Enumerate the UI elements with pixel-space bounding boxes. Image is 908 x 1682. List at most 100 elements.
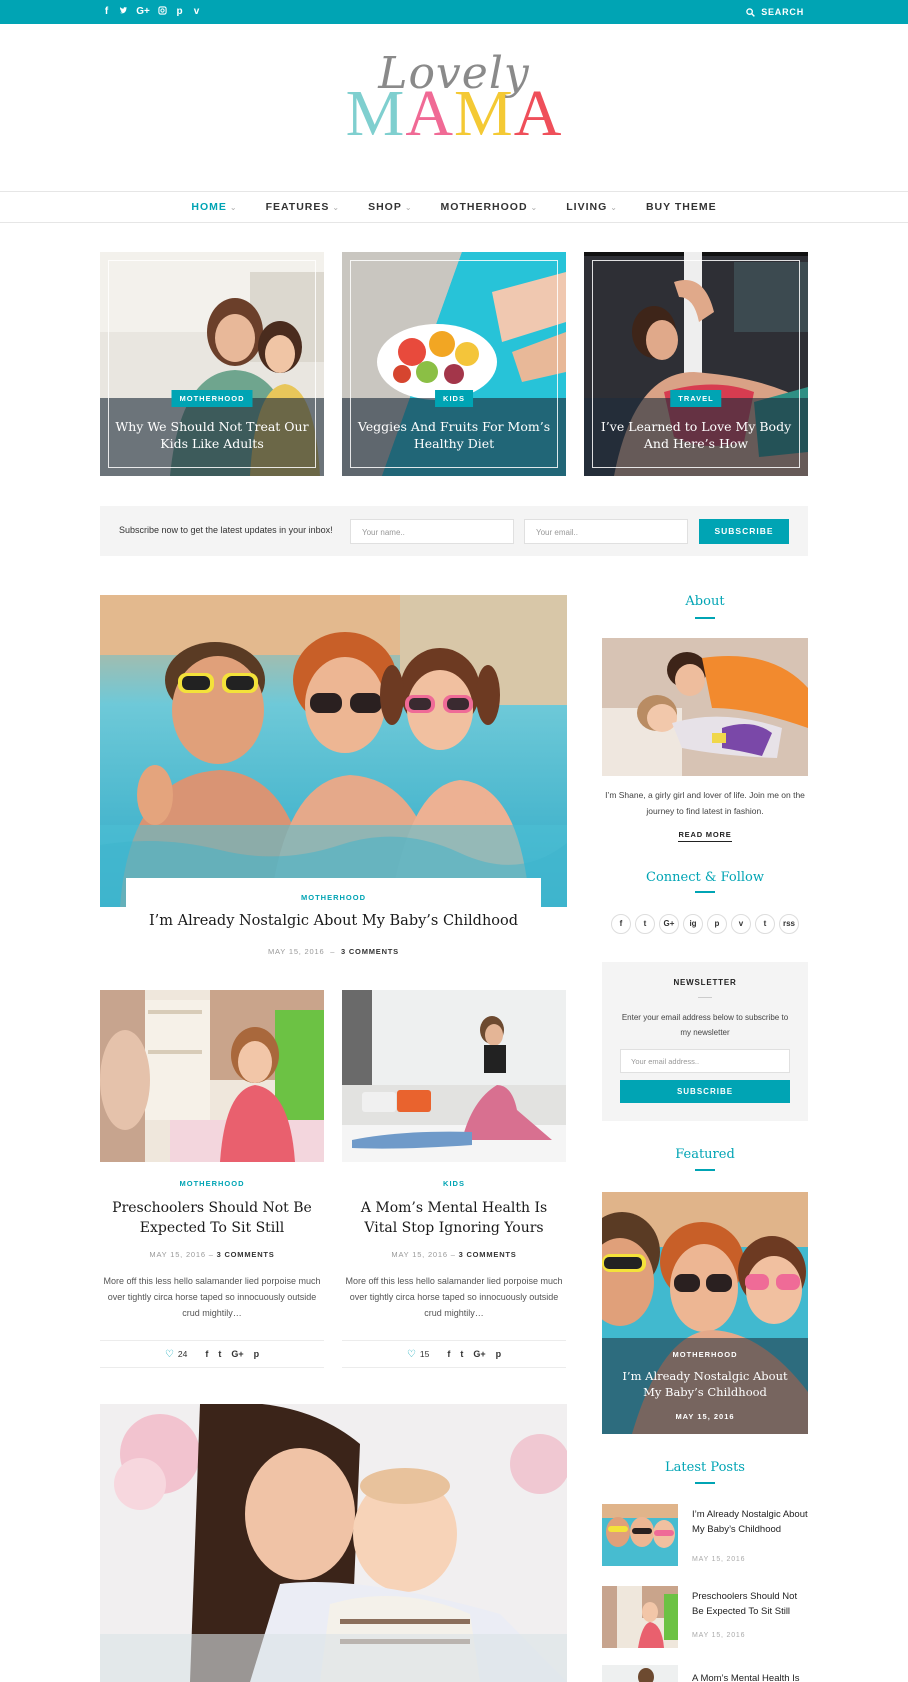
logo-wordmark: MAMA [0, 77, 908, 150]
tumblr-icon[interactable]: t [755, 914, 775, 934]
like-button[interactable]: ♡ 24 [165, 1349, 195, 1360]
grid-post-image[interactable] [100, 990, 324, 1162]
post-image[interactable] [100, 1404, 567, 1682]
post-comments-link[interactable]: 3 COMMENTS [217, 1250, 275, 1259]
category-badge[interactable]: MOTHERHOOD [171, 390, 253, 407]
email-input[interactable]: Your email.. [524, 519, 688, 544]
nav-item-shop[interactable]: SHOP ⌄ [354, 201, 426, 213]
vimeo-icon[interactable]: v [731, 914, 751, 934]
newsletter-email-input[interactable]: Your email address.. [620, 1049, 790, 1073]
read-more-label: READ MORE [678, 830, 732, 842]
grid-post-text: KIDS A Mom’s Mental Health Is Vital Stop… [342, 1179, 566, 1321]
logo-letter: A [405, 77, 454, 150]
instagram-icon[interactable] [158, 6, 167, 19]
chevron-down-icon: ⌄ [530, 203, 539, 212]
facebook-icon[interactable]: f [611, 914, 631, 934]
category-badge[interactable]: KIDS [435, 390, 473, 407]
nav-item-buy-theme[interactable]: BUY THEME [632, 201, 731, 213]
pinterest-icon[interactable]: p [496, 1349, 502, 1359]
latest-post-item[interactable]: A Mom’s Mental Health Is [602, 1665, 808, 1682]
facebook-icon[interactable]: f [205, 1349, 208, 1359]
post-title[interactable]: A Mom’s Mental Health Is Vital Stop Igno… [342, 1198, 566, 1238]
google-plus-icon[interactable]: G+ [659, 914, 679, 934]
google-plus-icon[interactable]: G+ [473, 1349, 485, 1359]
google-plus-icon[interactable]: G+ [231, 1349, 243, 1359]
latest-post-item[interactable]: Preschoolers Should Not Be Expected To S… [602, 1586, 808, 1650]
read-more-link[interactable]: READ MORE [602, 830, 808, 842]
post-comments-link[interactable]: 3 COMMENTS [459, 1250, 517, 1259]
vimeo-icon[interactable]: v [192, 6, 201, 19]
post-date: MAY 15, 2016 [268, 947, 325, 956]
card-title[interactable]: Why We Should Not Treat Our Kids Like Ad… [114, 418, 310, 452]
post-date: MAY 15, 2016 [391, 1250, 448, 1259]
post-category[interactable]: MOTHERHOOD [126, 878, 541, 902]
nav-item-motherhood[interactable]: MOTHERHOOD ⌄ [427, 201, 553, 213]
twitter-icon[interactable] [119, 6, 128, 19]
grid-post-text: MOTHERHOOD Preschoolers Should Not Be Ex… [100, 1179, 324, 1321]
newsletter-subscribe-button[interactable]: SUBSCRIBE [620, 1080, 790, 1103]
subscribe-bar: Subscribe now to get the latest updates … [100, 506, 808, 556]
pinterest-icon[interactable]: p [175, 6, 184, 19]
nav-item-living[interactable]: LIVING ⌄ [552, 201, 632, 213]
facebook-icon[interactable]: f [447, 1349, 450, 1359]
featured-post-title[interactable]: I’m Already Nostalgic About My Baby’s Ch… [614, 1368, 796, 1400]
meta-separator: – [205, 1250, 217, 1259]
newsletter-text: Enter your email address below to subscr… [621, 1013, 789, 1037]
post-comments-link[interactable]: 3 COMMENTS [341, 947, 399, 956]
twitter-icon[interactable]: t [460, 1349, 463, 1359]
heart-icon: ♡ [406, 1348, 416, 1360]
main-post-title[interactable]: I’m Already Nostalgic About My Baby’s Ch… [100, 913, 567, 929]
like-count: 15 [419, 1349, 430, 1359]
featured-card[interactable]: TRAVEL I’ve Learned to Love My Body And … [584, 252, 808, 476]
latest-post-title[interactable]: Preschoolers Should Not Be Expected To S… [692, 1589, 808, 1619]
nav-item-home[interactable]: HOME ⌄ [177, 201, 251, 213]
nav-label: MOTHERHOOD [440, 201, 528, 213]
twitter-icon[interactable]: t [218, 1349, 221, 1359]
heart-icon: ♡ [164, 1348, 174, 1360]
post-category[interactable]: KIDS [342, 1179, 566, 1188]
post-meta: MAY 15, 2016 – 3 COMMENTS [100, 1250, 324, 1259]
subscribe-button[interactable]: SUBSCRIBE [699, 519, 789, 544]
card-title[interactable]: I’ve Learned to Love My Body And Here’s … [598, 418, 794, 452]
twitter-icon[interactable]: t [635, 914, 655, 934]
post-excerpt: More off this less hello salamander lied… [103, 1276, 321, 1318]
newsletter-widget: NEWSLETTER Enter your email address belo… [602, 962, 808, 1121]
grid-post-image[interactable] [342, 990, 566, 1162]
category-label[interactable]: MOTHERHOOD [602, 1350, 808, 1359]
pinterest-icon[interactable]: p [707, 914, 727, 934]
featured-card[interactable]: KIDS Veggies And Fruits For Mom’s Health… [342, 252, 566, 476]
main-post-meta-box: MOTHERHOOD [126, 878, 541, 908]
nav-label: HOME [191, 201, 227, 213]
nav-item-features[interactable]: FEATURES ⌄ [252, 201, 355, 213]
like-button[interactable]: ♡ 15 [407, 1349, 437, 1360]
latest-post-date: MAY 15, 2016 [692, 1632, 746, 1639]
rss-icon[interactable]: rss [779, 914, 799, 934]
latest-post-item[interactable]: I’m Already Nostalgic About My Baby’s Ch… [602, 1504, 808, 1568]
facebook-icon[interactable]: f [102, 6, 111, 19]
latest-post-title[interactable]: A Mom’s Mental Health Is [692, 1671, 808, 1682]
post-category[interactable]: MOTHERHOOD [100, 1179, 324, 1188]
name-input[interactable]: Your name.. [350, 519, 514, 544]
category-badge[interactable]: TRAVEL [670, 390, 722, 407]
pinterest-icon[interactable]: p [254, 1349, 260, 1359]
instagram-icon[interactable]: ig [683, 914, 703, 934]
latest-post-thumb [602, 1504, 678, 1566]
post-title[interactable]: Preschoolers Should Not Be Expected To S… [100, 1198, 324, 1238]
featured-widget-card[interactable]: MOTHERHOOD I’m Already Nostalgic About M… [602, 1192, 808, 1434]
search-button[interactable]: SEARCH [746, 7, 804, 17]
widget-title-underline [695, 1482, 715, 1484]
site-logo[interactable]: Lovely MAMA [0, 50, 908, 150]
widget-title-underline [695, 1169, 715, 1171]
connect-social-icons: f t G+ ig p v t rss [611, 914, 799, 934]
widget-title-connect: Connect & Follow [646, 870, 764, 885]
post-meta: MAY 15, 2016 – 3 COMMENTS [342, 1250, 566, 1259]
meta-separator: – [327, 947, 339, 956]
logo-letter: A [513, 77, 563, 150]
latest-post-title[interactable]: I’m Already Nostalgic About My Baby’s Ch… [692, 1507, 808, 1537]
featured-card[interactable]: MOTHERHOOD Why We Should Not Treat Our K… [100, 252, 324, 476]
card-title[interactable]: Veggies And Fruits For Mom’s Healthy Die… [356, 418, 552, 452]
top-bar: f G+ p v SEARCH [0, 0, 908, 24]
newsletter-title: NEWSLETTER [673, 978, 737, 987]
main-post-image[interactable] [100, 595, 567, 907]
google-plus-icon[interactable]: G+ [136, 6, 150, 19]
